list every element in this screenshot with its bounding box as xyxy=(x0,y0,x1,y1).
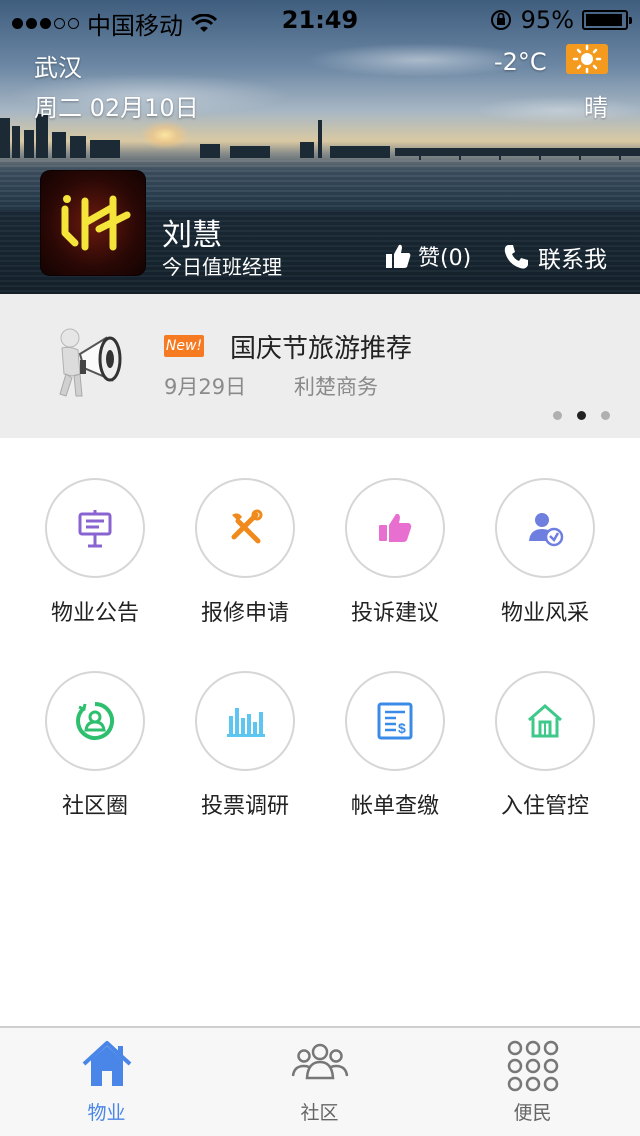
manager-role: 今日值班经理 xyxy=(162,255,282,279)
service-label: 投诉建议 xyxy=(350,601,439,626)
weather-date: 周二 02月10日 xyxy=(34,94,199,122)
tab-icon-wrap xyxy=(426,1040,639,1092)
service-label: 入住管控 xyxy=(500,794,589,819)
battery-percent: 95% xyxy=(520,6,574,34)
service-icon-circle[interactable]: $ xyxy=(345,671,445,771)
status-bar: 中国移动 21:49 95% xyxy=(0,0,640,40)
notice-date: 9月29日 xyxy=(164,375,247,399)
repair-tools-icon xyxy=(231,509,263,544)
contact-button[interactable]: 联系我 xyxy=(502,240,607,274)
service-icon-circle[interactable] xyxy=(45,478,145,578)
service-icon-circle[interactable] xyxy=(195,478,295,578)
service-icon-circle[interactable] xyxy=(195,671,295,771)
service-label: 社区圈 xyxy=(61,794,128,819)
pager-dot[interactable] xyxy=(553,411,562,420)
pager-dot[interactable] xyxy=(601,411,610,420)
staff-verified-icon xyxy=(529,513,564,547)
tab-label: 物业 xyxy=(87,1102,126,1124)
service-complaint[interactable]: 投诉建议 xyxy=(320,478,470,638)
service-label: 报修申请 xyxy=(200,601,289,626)
manager-name: 刘慧 xyxy=(162,218,222,253)
service-vote[interactable]: 投票调研 xyxy=(170,671,320,831)
notice-source: 利楚商务 xyxy=(294,375,378,399)
service-repair[interactable]: 报修申请 xyxy=(170,478,320,638)
service-icon-circle[interactable] xyxy=(345,478,445,578)
people-icon xyxy=(291,1043,348,1080)
service-staff[interactable]: 物业风采 xyxy=(470,478,620,638)
sun-icon xyxy=(572,44,602,74)
contact-label: 联系我 xyxy=(538,247,607,273)
announcement-banner[interactable] xyxy=(0,294,640,438)
community-circle-icon xyxy=(76,702,115,740)
carousel-pager[interactable] xyxy=(553,411,610,420)
phone-icon xyxy=(504,245,528,269)
weather-temperature: -2°C xyxy=(494,48,547,76)
rotation-lock-icon xyxy=(490,10,511,30)
home-icon xyxy=(82,1041,131,1086)
tab-icon-wrap xyxy=(213,1040,426,1084)
tab-services[interactable]: 便民 xyxy=(426,1028,639,1136)
bar-chart-icon xyxy=(227,708,265,737)
service-community[interactable]: 社区圈 xyxy=(20,671,170,831)
service-label: 物业公告 xyxy=(50,601,139,626)
service-label: 投票调研 xyxy=(200,794,289,819)
svg-text:$: $ xyxy=(398,720,406,736)
weather-city: 武汉 xyxy=(34,54,82,82)
grid-dots-icon xyxy=(507,1040,558,1092)
bill-icon: $ xyxy=(377,702,413,740)
weather-badge xyxy=(566,44,608,74)
notice-title[interactable]: 国庆节旅游推荐 xyxy=(230,328,412,365)
tab-bar: 物业 社区 便民 xyxy=(0,1026,640,1136)
service-label: 帐单查缴 xyxy=(350,794,439,819)
tab-label: 便民 xyxy=(513,1102,552,1124)
tab-label: 社区 xyxy=(300,1102,339,1124)
like-button[interactable]: 赞(0) xyxy=(384,240,471,272)
manager-avatar[interactable] xyxy=(40,170,146,276)
service-icon-circle[interactable] xyxy=(495,671,595,771)
service-label: 物业风采 xyxy=(500,601,589,626)
megaphone-icon xyxy=(59,328,122,397)
tab-property[interactable]: 物业 xyxy=(0,1028,213,1136)
service-checkin[interactable]: 入住管控 xyxy=(470,671,620,831)
thumbs-up-icon xyxy=(379,513,412,542)
tab-community[interactable]: 社区 xyxy=(213,1028,426,1136)
house-icon xyxy=(528,704,562,738)
announcement-board-icon xyxy=(78,510,112,548)
new-badge: New! xyxy=(164,335,204,357)
pager-dot-active[interactable] xyxy=(577,411,586,420)
battery-icon xyxy=(582,10,632,30)
service-icon-circle[interactable] xyxy=(45,671,145,771)
service-notice[interactable]: 物业公告 xyxy=(20,478,170,638)
status-right: 95% xyxy=(489,6,632,34)
company-logo xyxy=(61,195,131,251)
service-bill[interactable]: $ 帐单查缴 xyxy=(320,671,470,831)
like-label: 赞(0) xyxy=(418,246,472,271)
tab-icon-wrap xyxy=(0,1040,213,1088)
thumbs-up-icon xyxy=(386,244,411,268)
service-icon-circle[interactable] xyxy=(495,478,595,578)
weather-condition: 晴 xyxy=(584,94,608,122)
